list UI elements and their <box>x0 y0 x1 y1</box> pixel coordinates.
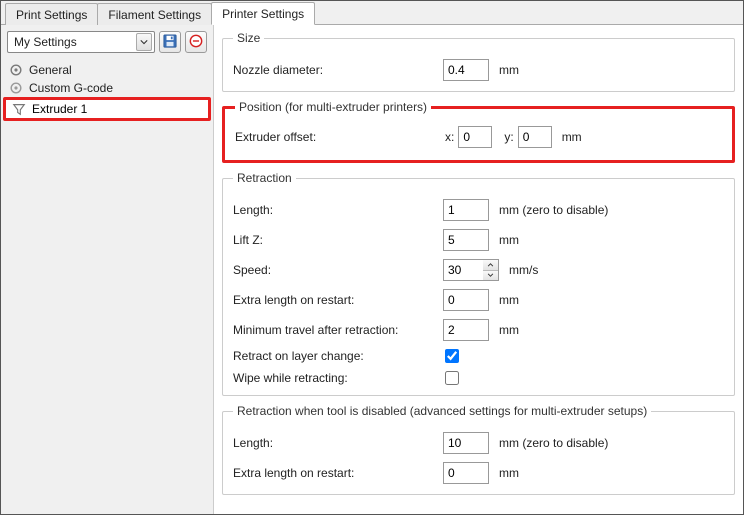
speed-label: Speed: <box>233 263 443 277</box>
group-legend: Size <box>233 31 264 45</box>
sidebar-item-label: Extruder 1 <box>32 102 87 116</box>
row-extruder-offset: Extruder offset: x: y: mm <box>235 126 722 148</box>
preset-dropdown[interactable]: My Settings <box>7 31 155 53</box>
group-size: Size Nozzle diameter: mm <box>222 31 735 92</box>
group-legend: Retraction <box>233 171 296 185</box>
sidebar-item-label: General <box>29 63 72 77</box>
offset-unit: mm <box>562 130 582 144</box>
main-panel: Size Nozzle diameter: mm Position (for m… <box>214 25 743 514</box>
sidebar-item-label: Custom G-code <box>29 81 113 95</box>
delete-preset-button[interactable] <box>185 31 207 53</box>
group-legend: Retraction when tool is disabled (advanc… <box>233 404 651 418</box>
sidebar-item-general[interactable]: General <box>1 61 213 79</box>
minus-circle-icon <box>189 34 203 51</box>
group-retraction: Retraction Length: mm (zero to disable) … <box>222 171 735 396</box>
group-legend: Position (for multi-extruder printers) <box>235 100 431 114</box>
tabs-bar: Print Settings Filament Settings Printer… <box>1 1 743 25</box>
nozzle-diameter-unit: mm <box>499 63 519 77</box>
row-disabled-length: Length: mm (zero to disable) <box>233 432 724 454</box>
sidebar-item-extruder-1[interactable]: Extruder 1 <box>3 97 211 121</box>
row-extra-restart: Extra length on restart: mm <box>233 289 724 311</box>
retract-layerchange-label: Retract on layer change: <box>233 349 443 363</box>
row-retract-layerchange: Retract on layer change: <box>233 349 724 363</box>
speed-unit: mm/s <box>509 263 538 277</box>
tab-print-settings[interactable]: Print Settings <box>5 3 98 25</box>
gear-icon <box>9 63 23 77</box>
row-wipe: Wipe while retracting: <box>233 371 724 385</box>
offset-x-input[interactable] <box>458 126 492 148</box>
save-preset-button[interactable] <box>159 31 181 53</box>
extruder-offset-label: Extruder offset: <box>235 130 445 144</box>
row-liftz: Lift Z: mm <box>233 229 724 251</box>
speed-input[interactable] <box>443 259 483 281</box>
group-position: Position (for multi-extruder printers) E… <box>222 100 735 163</box>
tab-filament-settings[interactable]: Filament Settings <box>97 3 212 25</box>
group-retraction-disabled: Retraction when tool is disabled (advanc… <box>222 404 735 495</box>
disabled-extra-restart-unit: mm <box>499 466 519 480</box>
row-min-travel: Minimum travel after retraction: mm <box>233 319 724 341</box>
body: My Settings <box>1 25 743 514</box>
spinner-buttons <box>483 259 499 281</box>
spinner-up-button[interactable] <box>483 260 498 271</box>
offset-y-label: y: <box>504 130 513 144</box>
preset-selected-label: My Settings <box>14 35 77 49</box>
nozzle-diameter-input[interactable] <box>443 59 489 81</box>
liftz-input[interactable] <box>443 229 489 251</box>
disabled-extra-restart-label: Extra length on restart: <box>233 466 443 480</box>
nozzle-diameter-label: Nozzle diameter: <box>233 63 443 77</box>
length-input[interactable] <box>443 199 489 221</box>
row-nozzle-diameter: Nozzle diameter: mm <box>233 59 724 81</box>
wipe-label: Wipe while retracting: <box>233 371 443 385</box>
disabled-length-unit: mm (zero to disable) <box>499 436 608 450</box>
chevron-down-icon <box>487 273 494 277</box>
app-window: Print Settings Filament Settings Printer… <box>0 0 744 515</box>
offset-x-label: x: <box>445 130 454 144</box>
length-label: Length: <box>233 203 443 217</box>
nav: General Custom G-code Extruder 1 <box>1 59 213 123</box>
extra-restart-input[interactable] <box>443 289 489 311</box>
chevron-down-icon <box>136 33 152 51</box>
sidebar: My Settings <box>1 25 214 514</box>
length-unit: mm (zero to disable) <box>499 203 608 217</box>
tab-printer-settings[interactable]: Printer Settings <box>211 2 315 25</box>
extra-restart-unit: mm <box>499 293 519 307</box>
chevron-up-icon <box>487 263 494 267</box>
spinner-down-button[interactable] <box>483 271 498 281</box>
extra-restart-label: Extra length on restart: <box>233 293 443 307</box>
disabled-length-input[interactable] <box>443 432 489 454</box>
retract-layerchange-checkbox[interactable] <box>445 349 459 363</box>
sidebar-item-custom-gcode[interactable]: Custom G-code <box>1 79 213 97</box>
row-length: Length: mm (zero to disable) <box>233 199 724 221</box>
min-travel-unit: mm <box>499 323 519 337</box>
wipe-checkbox[interactable] <box>445 371 459 385</box>
gear-icon <box>9 81 23 95</box>
speed-spinner <box>443 259 499 281</box>
row-disabled-extra-restart: Extra length on restart: mm <box>233 462 724 484</box>
min-travel-input[interactable] <box>443 319 489 341</box>
row-speed: Speed: mm/s <box>233 259 724 281</box>
liftz-unit: mm <box>499 233 519 247</box>
disabled-length-label: Length: <box>233 436 443 450</box>
preset-row: My Settings <box>1 25 213 59</box>
disabled-extra-restart-input[interactable] <box>443 462 489 484</box>
offset-y-input[interactable] <box>518 126 552 148</box>
liftz-label: Lift Z: <box>233 233 443 247</box>
floppy-disk-icon <box>163 34 177 51</box>
min-travel-label: Minimum travel after retraction: <box>233 323 443 337</box>
funnel-icon <box>12 102 26 116</box>
